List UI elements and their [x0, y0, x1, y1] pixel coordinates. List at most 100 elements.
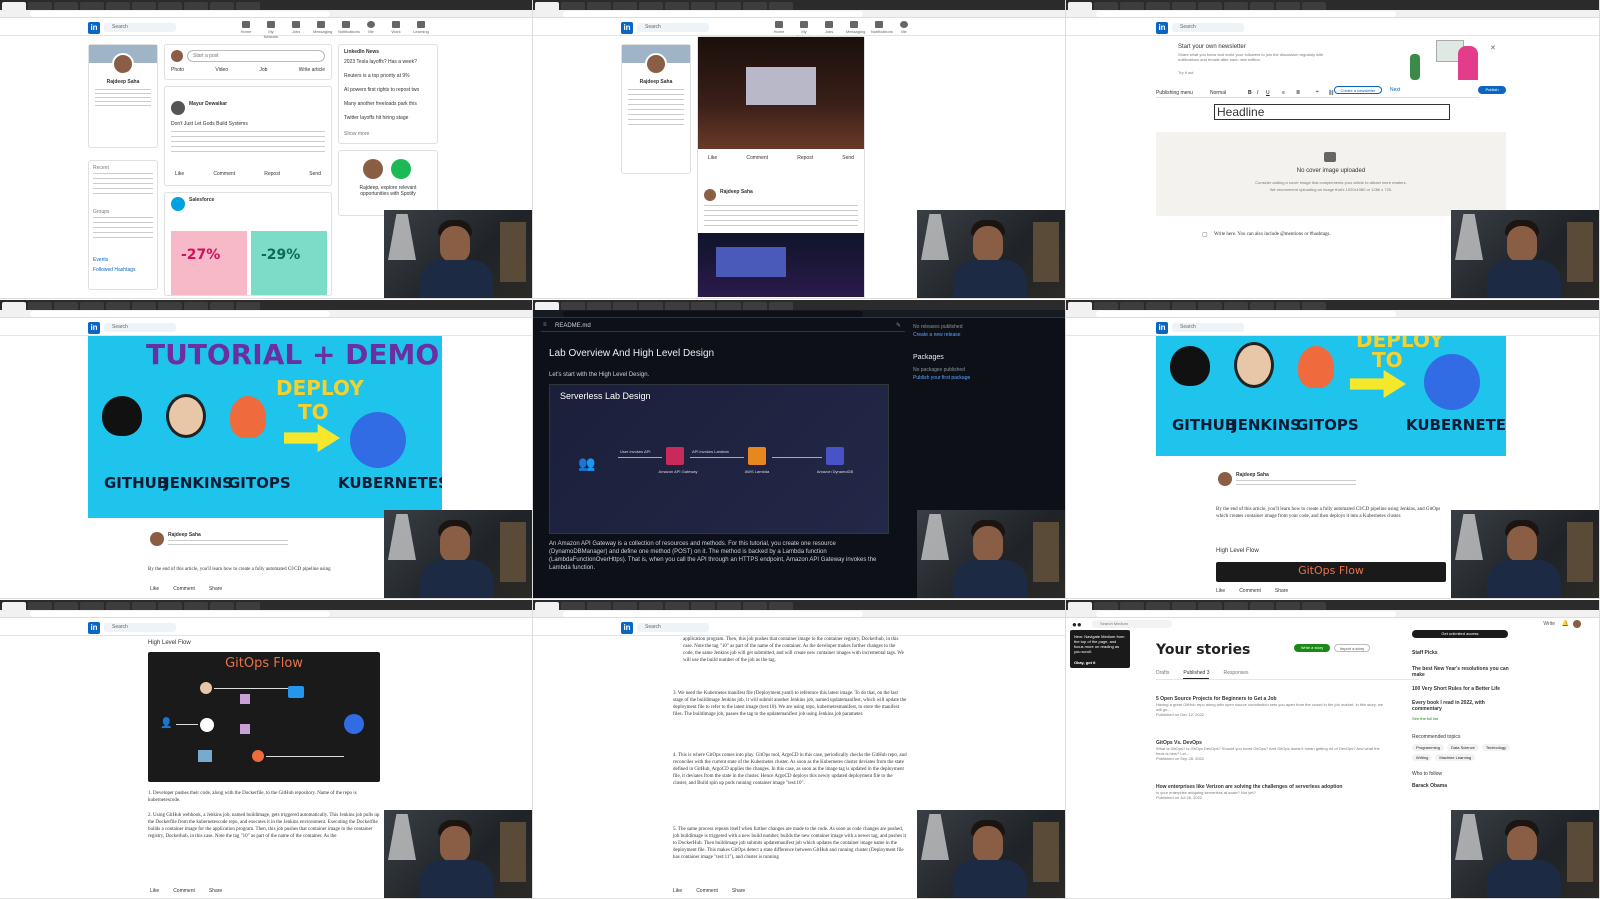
linkedin-logo-icon[interactable]: in [621, 622, 633, 634]
quote-icon[interactable]: ❝ [1316, 90, 1319, 96]
search-input[interactable]: Search [104, 623, 176, 632]
tab-responses[interactable]: Responses [1223, 670, 1248, 679]
linkedin-logo-icon[interactable]: in [88, 622, 100, 634]
list-item[interactable]: GitOps Vs. DevOps What is GitOps? Is Git… [1156, 740, 1386, 784]
browser-address-bar[interactable] [533, 310, 1065, 318]
like-button[interactable]: Like [175, 171, 184, 177]
profile-card[interactable]: Rajdeep Saha [88, 44, 158, 148]
post-author[interactable]: Mayur Dewaikar [189, 101, 227, 107]
nav-home[interactable]: Home [238, 21, 254, 39]
linkedin-logo-icon[interactable]: in [1156, 322, 1168, 334]
browser-address-bar[interactable] [1066, 310, 1599, 318]
nav-learning[interactable]: Learning [413, 21, 429, 39]
conference-photo[interactable] [698, 37, 864, 149]
share-video[interactable]: Video [215, 67, 228, 73]
nav-me[interactable]: Me [896, 21, 912, 39]
next-button[interactable]: Next [1390, 87, 1400, 93]
browser-address-bar[interactable] [533, 10, 1065, 18]
repost-button[interactable]: Repost [797, 155, 813, 161]
headline-input[interactable]: Headline [1214, 104, 1450, 120]
readme-filename[interactable]: README.md [555, 323, 591, 329]
list-item[interactable]: How enterprises like Verizon are solving… [1156, 784, 1386, 828]
image-icon[interactable]: ▢ [1202, 231, 1208, 238]
topic-chip[interactable]: Programming [1412, 744, 1445, 751]
profile-card[interactable]: Rajdeep Saha [621, 44, 691, 174]
tab-drafts[interactable]: Drafts [1156, 670, 1169, 679]
bold-icon[interactable]: B [1248, 90, 1252, 96]
comment-button[interactable]: Comment [696, 888, 718, 894]
see-full-list-link[interactable]: See the full list [1412, 716, 1512, 722]
search-input[interactable]: Search [104, 323, 176, 332]
create-release-link[interactable]: Create a new release [913, 332, 1053, 338]
topic-chip[interactable]: Data Science [1447, 744, 1479, 751]
bell-icon[interactable]: 🔔 [1562, 620, 1569, 627]
nav-network[interactable]: My Network [263, 21, 279, 39]
news-item[interactable]: Reuters is a top priority at 9% [344, 73, 434, 79]
like-button[interactable]: Like [708, 155, 717, 161]
comment-button[interactable]: Comment [746, 155, 768, 161]
topic-chip[interactable]: Machine Learning [1435, 754, 1476, 761]
list-item[interactable]: 5 Open Source Projects for Beginners to … [1156, 696, 1386, 740]
like-button[interactable]: Like [1216, 588, 1225, 594]
like-button[interactable]: Like [673, 888, 682, 894]
browser-address-bar[interactable] [1066, 10, 1599, 18]
style-select[interactable]: Normal [1210, 90, 1226, 96]
nav-work[interactable]: Work [388, 21, 404, 39]
browser-tab-strip[interactable] [1066, 300, 1599, 310]
italic-icon[interactable]: I [1257, 90, 1258, 96]
tab-published[interactable]: Published 3 [1183, 670, 1210, 679]
share-button[interactable]: Share [209, 888, 222, 894]
publishing-menu[interactable]: Publishing menu [1156, 90, 1193, 96]
search-input[interactable]: Search [637, 623, 709, 632]
pick-item[interactable]: 100 Very Short Rules for a Better Life [1412, 686, 1512, 692]
promo-image[interactable]: -27% [171, 231, 247, 295]
get-access-button[interactable]: Get unlimited access [1412, 630, 1508, 638]
nav-me[interactable]: Me [363, 21, 379, 39]
nav-jobs[interactable]: Jobs [288, 21, 304, 39]
start-post-input[interactable]: Start a post [187, 50, 325, 62]
news-item[interactable]: Many another freeloads park this [344, 101, 434, 107]
send-button[interactable]: Send [309, 171, 321, 177]
comment-button[interactable]: Comment [213, 171, 235, 177]
browser-address-bar[interactable] [1066, 610, 1599, 618]
topic-chip[interactable]: Technology [1481, 744, 1511, 751]
publish-button[interactable]: Publish [1478, 86, 1506, 94]
numbered-list-icon[interactable]: ≣ [1296, 90, 1300, 96]
linkedin-logo-icon[interactable]: in [88, 22, 100, 34]
follow-suggestion[interactable]: Barack Obama [1412, 783, 1512, 789]
repost-button[interactable]: Repost [264, 171, 280, 177]
popup-ok-button[interactable]: Okay, got it [1074, 660, 1095, 665]
browser-address-bar[interactable] [0, 10, 532, 18]
share-job[interactable]: Job [259, 67, 267, 73]
browser-tab-strip[interactable] [533, 600, 1065, 610]
nav-notifications[interactable]: Notifications [871, 21, 893, 39]
linkedin-logo-icon[interactable]: in [88, 322, 100, 334]
article-body-input[interactable]: Write here. You can also include @mentio… [1214, 232, 1331, 238]
linkedin-logo-icon[interactable]: in [1156, 22, 1168, 34]
pick-item[interactable]: Every book I read in 2022, with commenta… [1412, 700, 1512, 712]
sidebar-section-hashtags[interactable]: Followed Hashtags [93, 267, 136, 273]
comment-button[interactable]: Comment [173, 888, 195, 894]
list-icon[interactable]: ≡ [543, 322, 547, 328]
share-button[interactable]: Share [732, 888, 745, 894]
browser-address-bar[interactable] [0, 310, 532, 318]
search-input[interactable]: Search Medium [1092, 620, 1172, 628]
nav-notifications[interactable]: Notifications [338, 21, 360, 39]
share-button[interactable]: Share [209, 586, 222, 592]
browser-address-bar[interactable] [533, 610, 1065, 618]
write-button[interactable]: Write [1543, 621, 1555, 627]
news-item[interactable]: Twitter layoffs hit hiring stage [344, 115, 434, 121]
article-author[interactable]: Rajdeep Saha [1236, 472, 1269, 478]
search-input[interactable]: Search [637, 23, 709, 32]
browser-tab-strip[interactable] [533, 300, 1065, 310]
medium-logo-icon[interactable]: ●● [1072, 620, 1082, 629]
conference-photo[interactable] [698, 233, 864, 297]
search-input[interactable]: Search [104, 23, 176, 32]
close-icon[interactable]: ✕ [1490, 44, 1496, 52]
browser-address-bar[interactable] [0, 610, 532, 618]
try-it-link[interactable]: Try it out [1178, 70, 1193, 76]
browser-tab-strip[interactable] [1066, 600, 1599, 610]
edit-icon[interactable]: ✎ [896, 322, 901, 329]
send-button[interactable]: Send [842, 155, 854, 161]
ad-text[interactable]: Rajdeep, explore relevant opportunities … [345, 185, 431, 197]
